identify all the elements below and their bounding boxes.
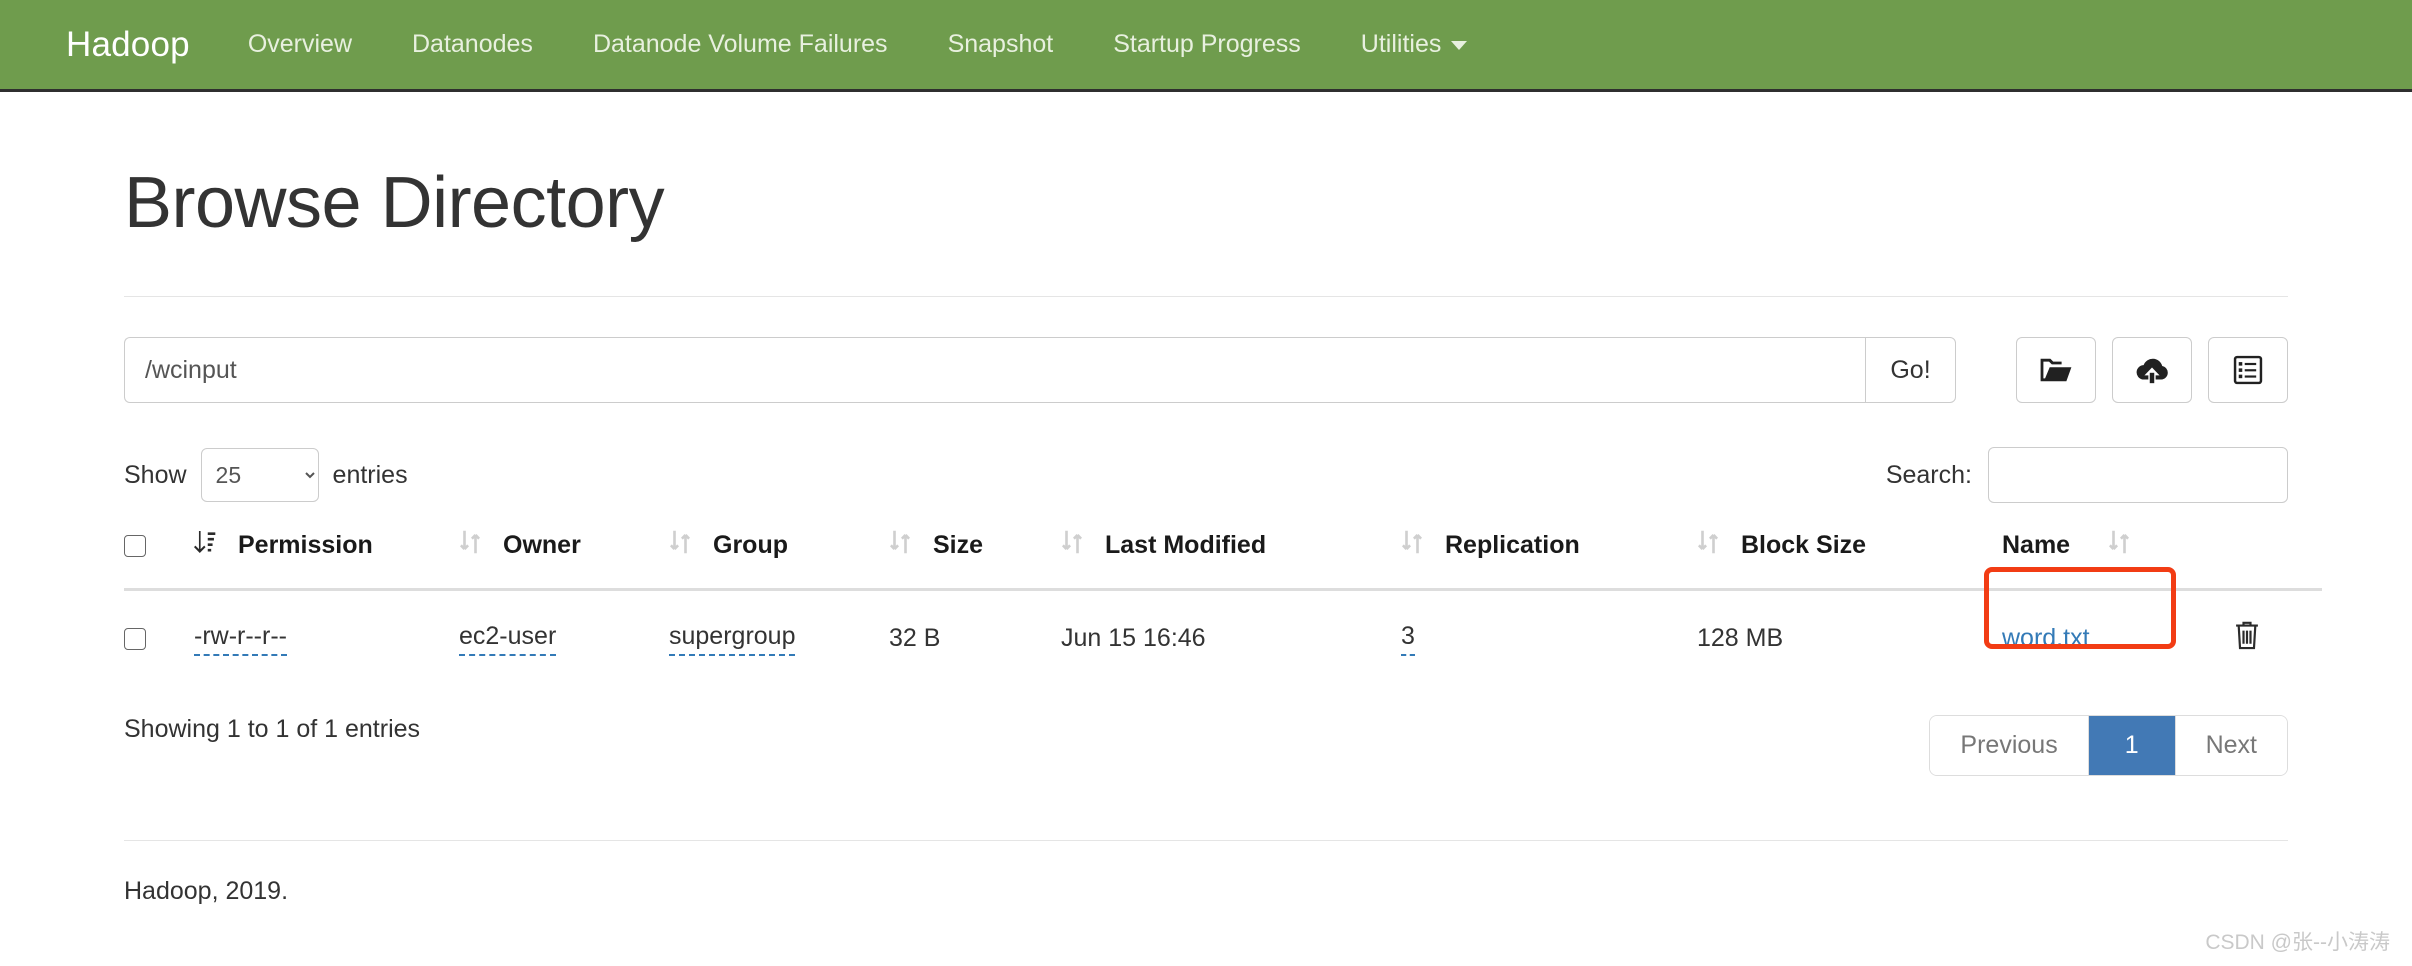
- replication-column-label: Replication: [1445, 531, 1580, 559]
- replication-cell: 3: [1401, 589, 1697, 687]
- path-input[interactable]: [124, 337, 1865, 403]
- owner-column-header[interactable]: Owner: [459, 529, 669, 591]
- site-footer: Hadoop, 2019.: [124, 877, 289, 905]
- page-length-control: Show 25 50 100 entries: [124, 448, 408, 502]
- show-label: Show: [124, 460, 187, 489]
- sort-updown-icon: [669, 529, 691, 562]
- sort-updown-icon: [459, 529, 481, 562]
- caret-down-icon: [1451, 40, 1468, 50]
- main-navbar: Hadoop Overview Datanodes Datanode Volum…: [0, 0, 2412, 92]
- select-all-header: [124, 529, 194, 591]
- delete-cell: [2232, 589, 2322, 687]
- nav-link-overview[interactable]: Overview: [248, 30, 352, 59]
- navbar-brand[interactable]: Hadoop: [66, 25, 190, 65]
- nav-link-snapshot[interactable]: Snapshot: [948, 30, 1054, 59]
- table-controls: Show 25 50 100 entries Search:: [124, 447, 2288, 503]
- owner-value[interactable]: ec2-user: [459, 622, 557, 656]
- group-column-header[interactable]: Group: [669, 529, 889, 591]
- select-all-checkbox[interactable]: [124, 535, 146, 558]
- size-cell: 32 B: [889, 589, 1061, 687]
- sort-updown-icon: [2108, 529, 2130, 562]
- nav-link-datanodes[interactable]: Datanodes: [412, 30, 533, 59]
- group-value[interactable]: supergroup: [669, 622, 796, 656]
- size-column-header[interactable]: Size: [889, 529, 1061, 591]
- page-length-select[interactable]: 25 50 100: [200, 448, 319, 502]
- table-footer: Showing 1 to 1 of 1 entries Previous 1 N…: [124, 715, 2288, 776]
- path-input-group: Go!: [124, 337, 1956, 403]
- directory-action-buttons: [2016, 337, 2288, 403]
- page-container: Browse Directory Go!: [58, 162, 2354, 906]
- owner-column-label: Owner: [503, 531, 581, 559]
- watermark: CSDN @张--小涛涛: [2205, 931, 2390, 954]
- size-column-label: Size: [933, 531, 984, 559]
- block-size-cell: 128 MB: [1697, 589, 2002, 687]
- cut-paste-button[interactable]: [2208, 337, 2288, 403]
- group-cell: supergroup: [669, 589, 889, 687]
- trash-icon[interactable]: [2232, 619, 2262, 658]
- block-size-column-header[interactable]: Block Size: [1697, 529, 2002, 591]
- sort-amount-down-icon: [194, 529, 216, 562]
- row-select-cell: [124, 589, 194, 687]
- replication-column-header[interactable]: Replication: [1401, 529, 1697, 591]
- permission-cell: -rw-r--r--: [194, 589, 459, 687]
- last-modified-column-header[interactable]: Last Modified: [1061, 529, 1401, 591]
- list-alt-icon: [2233, 355, 2263, 385]
- folder-open-icon: [2039, 356, 2073, 384]
- nav-link-utilities[interactable]: Utilities: [1361, 30, 1468, 59]
- table-info: Showing 1 to 1 of 1 entries: [124, 715, 421, 743]
- last-modified-column-label: Last Modified: [1105, 531, 1267, 559]
- block-size-column-label: Block Size: [1741, 531, 1867, 559]
- sort-updown-icon: [889, 529, 911, 562]
- sort-updown-icon: [1061, 529, 1083, 562]
- create-directory-button[interactable]: [2016, 337, 2096, 403]
- table-row: -rw-r--r-- ec2-user supergroup 32 B Jun …: [124, 567, 2322, 687]
- nav-link-datanode-volume-failures[interactable]: Datanode Volume Failures: [593, 30, 888, 59]
- pagination: Previous 1 Next: [1929, 715, 2288, 776]
- go-button[interactable]: Go!: [1865, 337, 1956, 403]
- name-column-header[interactable]: Name: [2002, 529, 2322, 591]
- file-name-link[interactable]: word.txt: [2002, 624, 2090, 652]
- permission-column-label: Permission: [238, 531, 373, 559]
- search-control: Search:: [1886, 447, 2288, 503]
- pagination-page-1-button[interactable]: 1: [2088, 716, 2176, 775]
- upload-files-button[interactable]: [2112, 337, 2192, 403]
- footer-divider: [124, 840, 2288, 841]
- cloud-upload-icon: [2135, 356, 2169, 384]
- title-divider: [124, 296, 2288, 297]
- search-label: Search:: [1885, 460, 1972, 489]
- sort-updown-icon: [1697, 529, 1719, 562]
- nav-link-startup-progress[interactable]: Startup Progress: [1113, 30, 1301, 59]
- table-header: Permission Owner Group Size Last Modifie…: [124, 529, 2322, 591]
- permission-column-header[interactable]: Permission: [194, 529, 459, 591]
- table-header-row: Permission Owner Group Size Last Modifie…: [124, 529, 2322, 591]
- pagination-previous-button[interactable]: Previous: [1930, 716, 2089, 775]
- name-column-label: Name: [2002, 531, 2071, 559]
- group-column-label: Group: [713, 531, 788, 559]
- path-toolbar: Go!: [124, 337, 2288, 403]
- permission-value[interactable]: -rw-r--r--: [194, 622, 287, 656]
- navbar-links: Overview Datanodes Datanode Volume Failu…: [248, 30, 1468, 59]
- sort-updown-icon: [1401, 529, 1423, 562]
- owner-cell: ec2-user: [459, 589, 669, 687]
- row-checkbox[interactable]: [124, 628, 146, 651]
- pagination-next-button[interactable]: Next: [2175, 716, 2287, 775]
- directory-table: Permission Owner Group Size Last Modifie…: [124, 529, 2322, 687]
- nav-link-utilities-label: Utilities: [1360, 30, 1442, 58]
- entries-label: entries: [332, 460, 408, 489]
- replication-value[interactable]: 3: [1401, 622, 1415, 656]
- table-body: -rw-r--r-- ec2-user supergroup 32 B Jun …: [124, 567, 2322, 687]
- search-input[interactable]: [1988, 447, 2288, 503]
- last-modified-cell: Jun 15 16:46: [1061, 589, 1401, 687]
- page-title: Browse Directory: [124, 163, 665, 243]
- name-cell: word.txt: [1984, 567, 2232, 687]
